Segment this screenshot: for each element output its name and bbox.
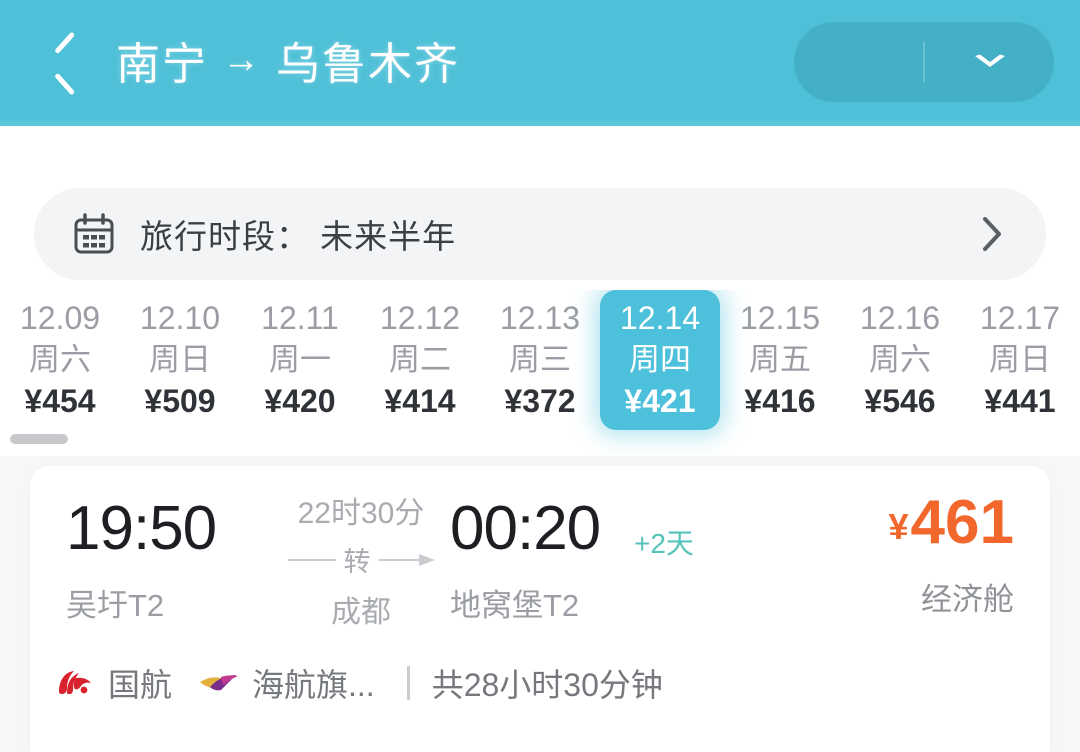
travel-period-label: 旅行时段： 未来半年 [140, 218, 457, 255]
route-arrow-icon: → [222, 38, 262, 81]
date-cell[interactable]: 12.14 周四 ¥421 [600, 290, 720, 430]
date-price-label: ¥441 [984, 383, 1056, 420]
chevron-left-icon [52, 39, 78, 83]
airline-air-china: 国航 [54, 660, 172, 706]
price-amount: 461 [910, 488, 1014, 557]
back-button[interactable] [34, 30, 96, 92]
flight-search-results-screen: 南宁 → 乌鲁木齐 旅行时段： 未来半年 12.09 周六 ¥454 12.10… [0, 0, 1080, 752]
date-price-label: ¥421 [624, 383, 696, 420]
app-header: 南宁 → 乌鲁木齐 [0, 0, 1080, 120]
transfer-block: 22时30分 转 成都 [266, 488, 456, 631]
date-label: 12.15 [739, 300, 821, 337]
date-cell[interactable]: 12.17 周日 ¥441 [960, 290, 1080, 430]
transfer-duration: 22时30分 [297, 497, 425, 530]
date-price-label: ¥372 [504, 383, 576, 420]
currency-symbol: ¥ [888, 506, 909, 547]
arrival-day-offset: +2天 [634, 528, 694, 559]
departure-airport: 吴圩T2 [66, 588, 165, 623]
weekday-label: 周日 [989, 341, 1051, 377]
date-cell[interactable]: 12.09 周六 ¥454 [0, 290, 120, 430]
transfer-city: 成都 [331, 596, 391, 629]
airline-name: 国航 [108, 667, 173, 703]
arrival-block: 00:20 +2天 地窝堡T2 [450, 498, 710, 625]
date-cell[interactable]: 12.16 周六 ¥546 [840, 290, 960, 430]
capsule-menu-button[interactable] [794, 22, 923, 102]
mini-program-capsule[interactable] [794, 22, 1054, 102]
chevron-right-icon [983, 217, 1001, 251]
connector-line-left [287, 558, 336, 561]
airline-hainan: 海航旗... [198, 660, 375, 706]
filter-section: 旅行时段： 未来半年 [0, 126, 1080, 280]
date-price-strip[interactable]: 12.09 周六 ¥454 12.10 周日 ¥509 12.11 周一 ¥420 12.12 周二… [0, 290, 1080, 456]
page-title: 南宁 → 乌鲁木齐 [116, 26, 460, 94]
price-block: ¥461 经济舱 [889, 492, 1014, 619]
chevron-down-icon [974, 54, 1005, 67]
footer-divider [406, 666, 410, 700]
date-cell[interactable]: 12.11 周一 ¥420 [240, 290, 360, 430]
weekday-label: 周六 [29, 341, 91, 377]
date-cell[interactable]: 12.12 周二 ¥414 [360, 290, 480, 430]
date-price-label: ¥546 [864, 383, 936, 420]
date-cell[interactable]: 12.10 周日 ¥509 [120, 290, 240, 430]
hainan-airlines-logo-icon [200, 675, 239, 691]
results-list: 19:50 吴圩T2 22时30分 转 成都 00:20 +2天 地窝堡T2 ¥… [0, 456, 1080, 752]
departure-block: 19:50 吴圩T2 [66, 498, 286, 625]
flight-price: ¥461 [889, 492, 1014, 554]
date-price-label: ¥454 [24, 383, 96, 420]
flight-card-main: 19:50 吴圩T2 22时30分 转 成都 00:20 +2天 地窝堡T2 ¥… [30, 466, 1050, 638]
weekday-label: 周三 [509, 341, 571, 377]
weekday-label: 周日 [149, 341, 211, 377]
transfer-connector: 转 [266, 540, 456, 579]
route-destination: 乌鲁木齐 [276, 40, 460, 89]
date-label: 12.14 [619, 300, 701, 337]
date-price-label: ¥420 [264, 383, 336, 420]
flight-result-card[interactable]: 19:50 吴圩T2 22时30分 转 成都 00:20 +2天 地窝堡T2 ¥… [30, 466, 1050, 752]
date-strip-scrollbar-thumb[interactable] [10, 434, 68, 444]
airline-name: 海航旗... [252, 667, 375, 703]
date-label: 12.17 [979, 300, 1061, 337]
arrow-right-icon [378, 553, 435, 566]
route-origin: 南宁 [116, 40, 208, 89]
weekday-label: 周五 [749, 341, 811, 377]
date-label: 12.10 [139, 300, 221, 337]
calendar-icon [74, 213, 114, 254]
date-label: 12.16 [859, 300, 941, 337]
total-duration: 共28小时30分钟 [431, 667, 663, 703]
transfer-label: 转 [343, 547, 371, 577]
date-strip-scrollbar-track [0, 434, 1080, 444]
date-price-label: ¥416 [744, 383, 816, 420]
weekday-label: 周二 [389, 341, 451, 377]
weekday-label: 周四 [629, 341, 691, 377]
date-price-label: ¥414 [384, 383, 456, 420]
date-label: 12.09 [19, 300, 101, 337]
travel-period-filter[interactable]: 旅行时段： 未来半年 [34, 188, 1046, 280]
arrival-airport: 地窝堡T2 [450, 588, 580, 623]
date-label: 12.11 [261, 300, 339, 337]
date-label: 12.13 [499, 300, 581, 337]
date-label: 12.12 [379, 300, 461, 337]
date-cell[interactable]: 12.15 周五 ¥416 [720, 290, 840, 430]
weekday-label: 周六 [869, 341, 931, 377]
capsule-close-button[interactable] [925, 22, 1054, 102]
cabin-class: 经济舱 [921, 582, 1014, 617]
date-price-label: ¥509 [144, 383, 216, 420]
air-china-logo-icon [59, 671, 91, 694]
departure-time: 19:50 [66, 494, 217, 563]
weekday-label: 周一 [269, 341, 331, 377]
flight-card-footer: 国航 海航旗... 共28小时30分钟 [30, 638, 1050, 728]
date-cell[interactable]: 12.13 周三 ¥372 [480, 290, 600, 430]
